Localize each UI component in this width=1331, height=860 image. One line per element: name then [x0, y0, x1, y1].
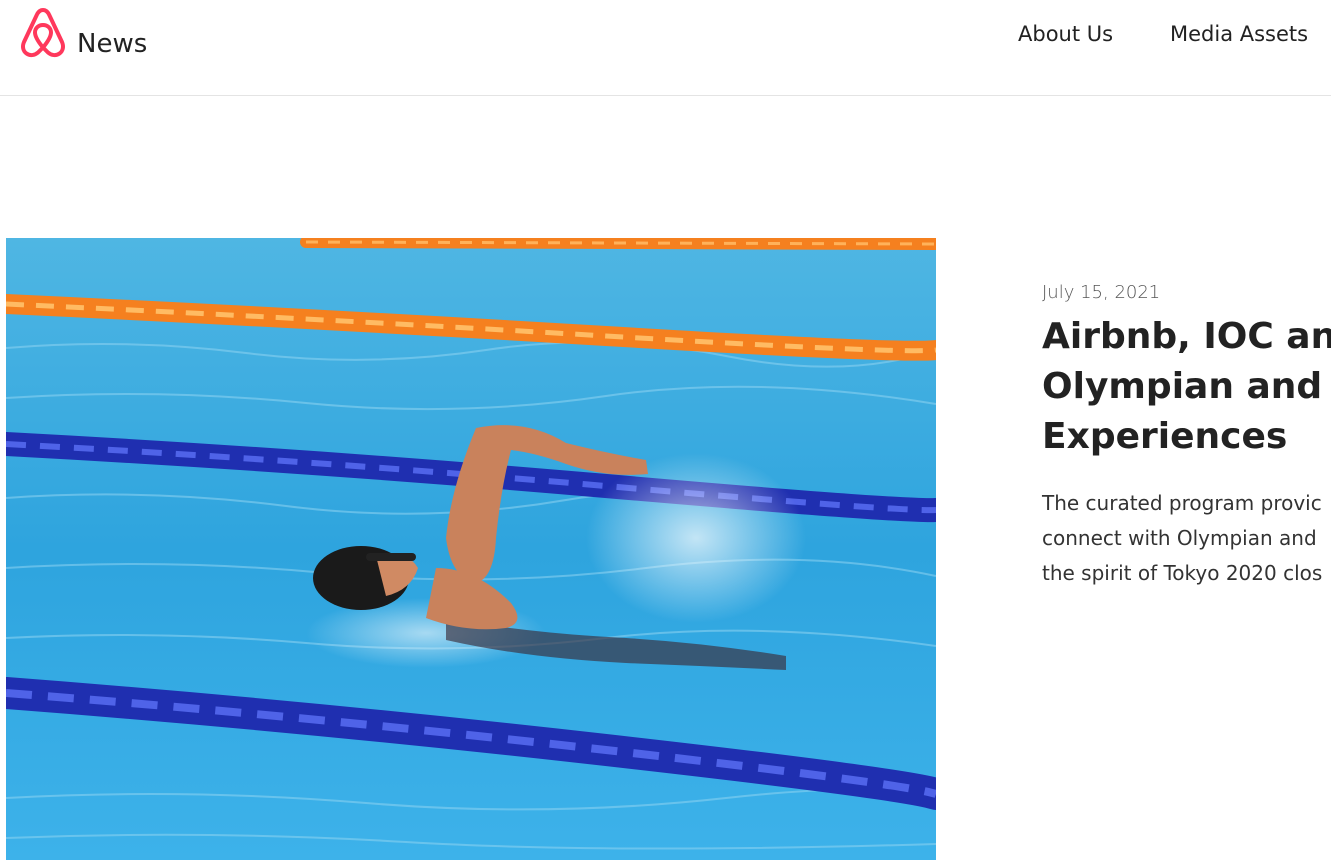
article-title-line[interactable]: Experiences [1042, 412, 1331, 462]
article-summary-line: The curated program provic [1042, 491, 1322, 515]
nav-media-assets[interactable]: Media Assets [1170, 19, 1308, 49]
airbnb-logo-icon[interactable] [17, 6, 69, 60]
article-title[interactable]: Airbnb, IOC and Olympian and P Experienc… [1042, 312, 1331, 462]
page: News About Us Media Assets July 15, 2021… [0, 0, 1331, 860]
hero-image-swimmer[interactable] [6, 238, 936, 860]
featured-article[interactable]: July 15, 2021 Airbnb, IOC and Olympian a… [1042, 280, 1331, 591]
lane-rope-orange-top [300, 238, 936, 250]
site-header: News About Us Media Assets [0, 0, 1331, 96]
swimmer-photo [6, 238, 936, 860]
article-summary-line: the spirit of Tokyo 2020 clos [1042, 561, 1323, 585]
article-title-line[interactable]: Olympian and P [1042, 362, 1331, 412]
article-summary-line: connect with Olympian and [1042, 526, 1317, 550]
nav-about-us[interactable]: About Us [1018, 19, 1113, 49]
article-date: July 15, 2021 [1042, 282, 1161, 303]
article-title-line[interactable]: Airbnb, IOC and [1042, 312, 1331, 362]
article-summary: The curated program provic connect with … [1042, 486, 1331, 591]
brand-news-label[interactable]: News [77, 27, 147, 61]
